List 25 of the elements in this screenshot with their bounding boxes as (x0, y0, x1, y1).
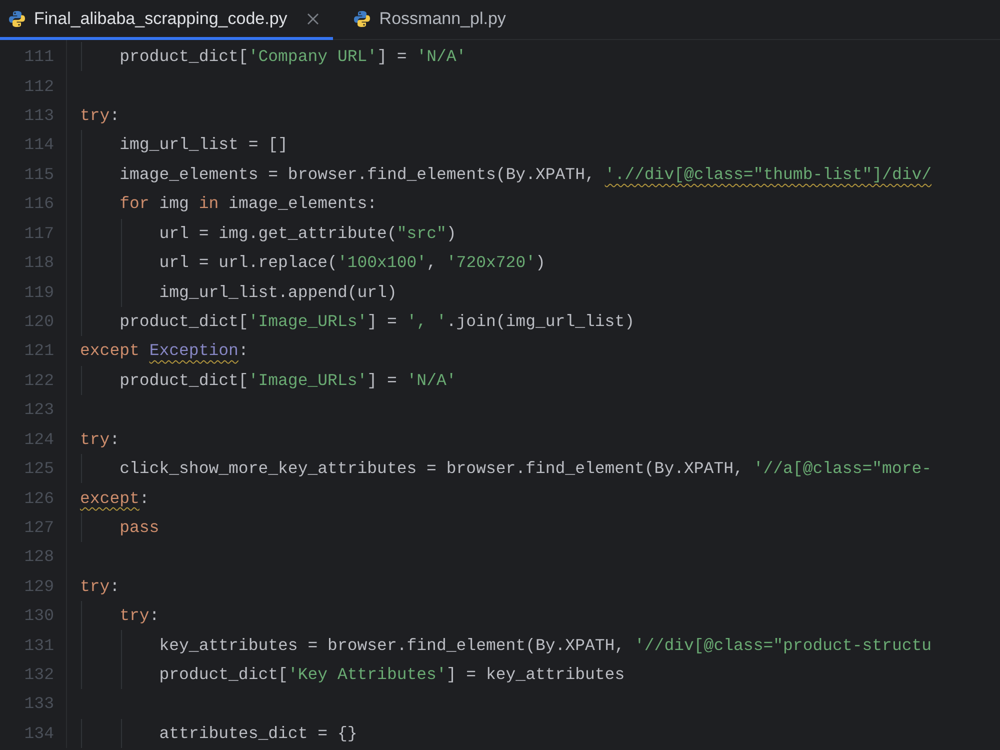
code-line: product_dict['Key Attributes'] = key_attributes (158, 664, 625, 686)
editor-tab[interactable]: Final_alibaba_scrapping_code.py (0, 0, 334, 40)
code-line: image_elements = browser.find_elements(By.XPATH, './/div[@class="thumb-list"]/div/ (118, 164, 932, 186)
editor-tab[interactable]: Rossmann_pl.py (333, 0, 520, 40)
code-line: try: (118, 605, 160, 628)
code-line: url = url.replace('100x100', '720x720') (158, 252, 546, 274)
code-line: try: (80, 428, 120, 451)
code-line: img_url_list = [] (118, 134, 288, 156)
code-line: product_dict['Image_URLs'] = 'N/A' (118, 370, 456, 392)
code-line: url = img.get_attribute("src") (158, 222, 456, 245)
code-line: product_dict['Company URL'] = 'N/A' (118, 46, 466, 68)
code-line: except: (80, 488, 150, 510)
code-line: try: (80, 576, 120, 598)
code-line: except Exception: (80, 340, 248, 362)
python-file-icon (8, 10, 26, 28)
code-line: pass (118, 516, 160, 539)
code-line: img_url_list.append(url) (158, 282, 397, 304)
code-line: for img in image_elements: (118, 193, 378, 216)
code-line: product_dict['Image_URLs'] = ', '.join(img_url_list) (118, 311, 635, 333)
code-line: click_show_more_key_attributes = browser.find_element(By.XPATH, '//a[@class="more- (118, 458, 932, 480)
close-icon[interactable] (307, 12, 320, 24)
code-line: try: (80, 105, 120, 128)
python-file-icon (353, 10, 372, 28)
code-line: key_attributes = browser.find_element(By.XPATH, '//div[@class="product-structu (158, 634, 932, 657)
code-line: attributes_dict = {} (158, 722, 358, 745)
